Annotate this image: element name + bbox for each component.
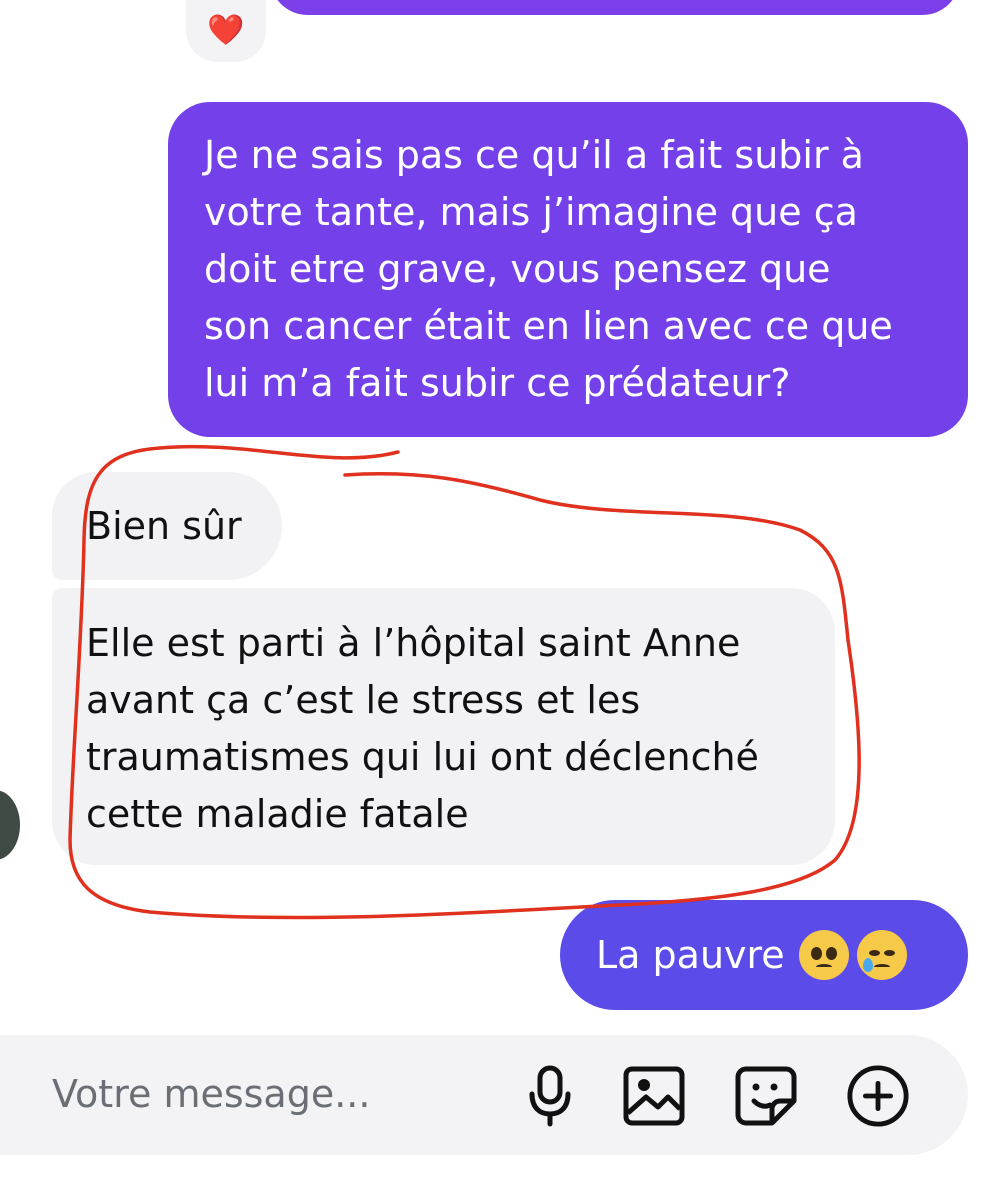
- crying-face-icon: [856, 930, 907, 980]
- message-line: votre tante, mais j’imagine que ça: [204, 190, 858, 234]
- message-line: doit etre grave, vous pensez que: [204, 247, 831, 291]
- message-line: son cancer était en lien avec ce que: [204, 304, 893, 348]
- message-input[interactable]: [52, 1062, 492, 1126]
- message-line: avant ça c’est le stress et les: [86, 678, 641, 722]
- message-text: Bien sûr: [86, 503, 242, 548]
- image-button[interactable]: [622, 1062, 686, 1130]
- image-icon: [623, 1066, 685, 1126]
- more-button[interactable]: [846, 1062, 910, 1130]
- message-line: lui m’a fait subir ce prédateur?: [204, 361, 791, 405]
- plus-circle-icon: [847, 1065, 909, 1127]
- sent-message-bubble[interactable]: La pauvre: [560, 900, 968, 1010]
- sticker-icon: [735, 1066, 797, 1126]
- message-text: La pauvre: [596, 932, 785, 977]
- message-line: cette maladie fatale: [86, 792, 469, 836]
- sent-message-bubble[interactable]: Je ne sais pas ce qu’il a fait subir à v…: [168, 102, 968, 437]
- message-line: Elle est parti à l’hôpital saint Anne: [86, 621, 741, 665]
- received-message-bubble[interactable]: Elle est parti à l’hôpital saint Anne av…: [52, 588, 835, 865]
- contact-avatar[interactable]: [0, 790, 20, 860]
- microphone-icon: [529, 1065, 571, 1127]
- heart-reaction-icon: ❤️: [207, 13, 245, 48]
- message-line: Je ne sais pas ce qu’il a fait subir à: [204, 133, 864, 177]
- message-line: traumatismes qui lui ont déclenché: [86, 735, 759, 779]
- pleading-face-icon: [798, 930, 849, 980]
- received-message-bubble[interactable]: Bien sûr: [52, 472, 282, 580]
- microphone-button[interactable]: [518, 1062, 582, 1130]
- message-reaction[interactable]: ❤️: [186, 0, 266, 62]
- sticker-button[interactable]: [734, 1062, 798, 1130]
- previous-sent-bubble[interactable]: [270, 0, 960, 15]
